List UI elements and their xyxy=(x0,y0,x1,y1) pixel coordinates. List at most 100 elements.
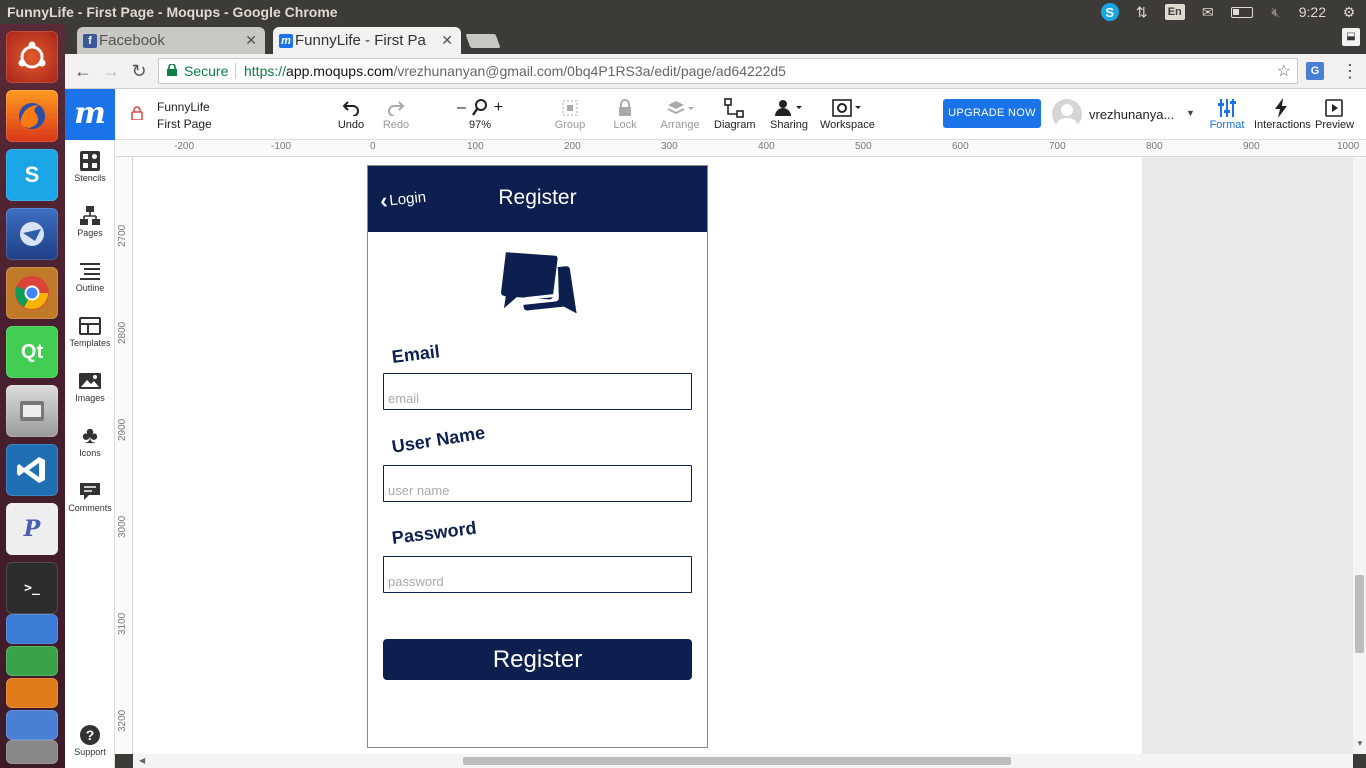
zoom-control[interactable]: – + 97% xyxy=(455,97,505,131)
keyboard-language-indicator[interactable]: En xyxy=(1164,4,1185,20)
redo-icon xyxy=(381,97,411,119)
forward-arrow-icon[interactable]: → xyxy=(101,61,121,81)
diagram-button[interactable]: Diagram xyxy=(714,97,756,131)
scroll-down-arrow-icon[interactable]: ▼ xyxy=(1356,739,1364,748)
network-icon[interactable]: ⇅ xyxy=(1133,3,1151,21)
sidebar-item-comments[interactable]: Comments xyxy=(65,479,115,513)
register-screen-mockup[interactable]: ‹ Login Register Email User Name Passwor… xyxy=(367,165,708,748)
chrome-icon[interactable] xyxy=(6,267,58,319)
firefox-icon[interactable] xyxy=(6,90,58,142)
username[interactable]: vrezhunanya... xyxy=(1089,107,1174,122)
power-gear-icon[interactable]: ⚙ xyxy=(1340,3,1358,21)
mail-icon[interactable]: ✉ xyxy=(1199,3,1217,21)
software-center-icon[interactable] xyxy=(6,710,58,740)
email-field[interactable] xyxy=(383,373,692,410)
moqups-logo[interactable]: m xyxy=(65,89,115,140)
username-label: User Name xyxy=(390,422,487,457)
bookmark-star-icon[interactable]: ☆ xyxy=(1277,61,1291,81)
url-text[interactable]: https://app.moqups.com/vrezhunanyan@gmai… xyxy=(244,63,786,79)
vertical-scrollbar[interactable]: ▼ xyxy=(1353,157,1366,754)
arrange-button[interactable]: Arrange xyxy=(659,97,701,131)
document-title[interactable]: FunnyLife First Page xyxy=(157,99,212,133)
sidebar-item-stencils[interactable]: Stencils xyxy=(65,149,115,183)
workspaces-icon[interactable] xyxy=(6,740,58,764)
password-field[interactable] xyxy=(383,556,692,593)
workspace-button[interactable]: Workspace xyxy=(820,97,875,131)
project-lock-icon[interactable] xyxy=(131,106,143,120)
lock-button[interactable]: Lock xyxy=(612,97,638,131)
interactions-panel-button[interactable]: Interactions xyxy=(1254,97,1311,131)
new-tab-button[interactable] xyxy=(465,34,501,48)
ubuntu-dash-icon[interactable] xyxy=(6,31,58,83)
sidebar-item-outline[interactable]: Outline xyxy=(65,259,115,293)
skype-tray-icon[interactable]: S xyxy=(1100,3,1119,21)
mockup-header-bar[interactable]: ‹ Login Register xyxy=(368,166,707,232)
secure-label: Secure xyxy=(184,63,229,79)
sidebar-item-icons[interactable]: ♣ Icons xyxy=(65,422,115,458)
ruler-tick-label: 2800 xyxy=(117,321,128,344)
group-button[interactable]: Group xyxy=(554,97,586,131)
ruler-tick-label: 100 xyxy=(467,141,484,152)
skype-preview-icon[interactable]: S xyxy=(6,149,58,201)
zoom-in-icon[interactable]: + xyxy=(494,99,503,117)
clock[interactable]: 9:22 xyxy=(1299,4,1326,20)
window-restore-icon[interactable]: ⬓ xyxy=(1342,28,1360,46)
ruler-tick-label: 3200 xyxy=(117,709,128,732)
vertical-scroll-thumb[interactable] xyxy=(1355,575,1364,653)
ruler-tick-label: 0 xyxy=(370,141,376,152)
horizontal-scrollbar[interactable]: ◀ xyxy=(133,754,1353,768)
club-suit-icon: ♣ xyxy=(82,422,98,449)
format-panel-button[interactable]: Format xyxy=(1209,97,1245,131)
close-tab-icon[interactable]: ✕ xyxy=(245,32,257,49)
back-arrow-icon[interactable]: ← xyxy=(73,61,93,81)
qt-creator-icon[interactable]: Qt xyxy=(6,326,58,378)
register-button[interactable]: Register xyxy=(383,639,692,680)
user-avatar[interactable] xyxy=(1052,99,1082,129)
username-field[interactable] xyxy=(383,465,692,502)
sidebar-item-support[interactable]: ? Support xyxy=(65,723,115,757)
scroll-left-arrow-icon[interactable]: ◀ xyxy=(139,756,145,765)
sidebar-item-templates[interactable]: Templates xyxy=(65,314,115,348)
chrome-menu-icon[interactable]: ⋮ xyxy=(1341,61,1359,82)
volume-muted-icon[interactable]: 🔇︎ xyxy=(1267,3,1285,21)
libreoffice-impress-icon[interactable] xyxy=(6,678,58,708)
sharing-button[interactable]: Sharing xyxy=(769,97,809,131)
lock-icon xyxy=(612,97,638,119)
undo-button[interactable]: Undo xyxy=(334,97,368,131)
system-tray: S ⇅ En ✉ 🔇︎ 9:22 ⚙ xyxy=(1100,2,1358,22)
redo-button[interactable]: Redo xyxy=(381,97,411,131)
ruler-tick-label: 700 xyxy=(1049,141,1066,152)
close-tab-icon[interactable]: ✕ xyxy=(441,32,453,49)
upgrade-now-button[interactable]: UPGRADE NOW xyxy=(943,99,1041,128)
secure-lock-icon xyxy=(167,64,177,76)
phpstorm-icon[interactable]: P xyxy=(6,503,58,555)
email-label: Email xyxy=(390,341,441,367)
sharing-person-icon xyxy=(769,97,809,119)
play-preview-icon xyxy=(1315,97,1353,119)
terminal-icon[interactable]: >_ xyxy=(6,562,58,614)
ruler-tick-label: 1000 xyxy=(1337,141,1360,152)
sidebar-item-images[interactable]: Images xyxy=(65,369,115,403)
libreoffice-writer-icon[interactable] xyxy=(6,614,58,644)
tab-facebook[interactable]: f Facebook ✕ xyxy=(77,27,265,54)
tab-moqups[interactable]: m FunnyLife - First Pa ✕ xyxy=(273,27,461,54)
ruler-tick-label: 300 xyxy=(661,141,678,152)
libreoffice-calc-icon[interactable] xyxy=(6,646,58,676)
google-translate-extension-icon[interactable]: G xyxy=(1306,62,1324,80)
zoom-out-icon[interactable]: – xyxy=(457,99,466,117)
design-canvas[interactable]: ‹ Login Register Email User Name Passwor… xyxy=(133,157,1353,754)
sidebar-item-pages[interactable]: Pages xyxy=(65,204,115,238)
facebook-favicon-icon: f xyxy=(83,34,97,48)
images-icon xyxy=(65,369,115,393)
reload-icon[interactable]: ↻ xyxy=(129,61,149,81)
files-icon[interactable] xyxy=(6,385,58,437)
address-bar[interactable]: Secure https://app.moqups.com/vrezhunany… xyxy=(158,58,1298,84)
ruler-tick-label: -200 xyxy=(174,141,195,152)
outline-list-icon xyxy=(65,259,115,283)
preview-button[interactable]: Preview xyxy=(1315,97,1354,131)
horizontal-scroll-thumb[interactable] xyxy=(463,757,1011,765)
thunderbird-icon[interactable] xyxy=(6,208,58,260)
user-menu-chevron-down-icon[interactable]: ▼ xyxy=(1186,108,1195,118)
vscode-icon[interactable] xyxy=(6,444,58,496)
battery-icon[interactable] xyxy=(1230,6,1253,18)
